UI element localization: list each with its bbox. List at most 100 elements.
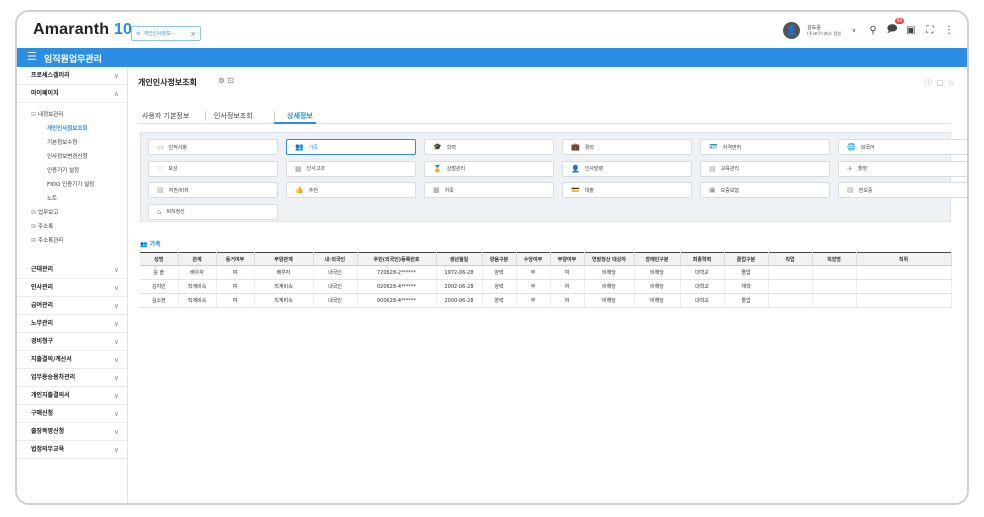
sidebar-sub-address-manage[interactable]: ⊞ 주소록관리 [31,236,63,244]
sidebar-item-expenditure[interactable]: 지출결의/계산서 ∨ [17,351,127,369]
table-cell: 2000-06-28 [436,293,483,308]
license-icon: 🪪 [709,143,718,151]
loan-icon: 💳 [571,186,580,194]
category-button-recommendation[interactable]: 👍 추천 [286,182,416,198]
table-cell: 여 [216,293,255,308]
category-button-career[interactable]: 💼 경력 [562,139,692,155]
column-header[interactable]: 졸업구분 [724,252,769,266]
category-button-annual-guarantee[interactable]: ▤ 연보증 [838,182,967,198]
column-header[interactable]: 장애인구분 [634,252,681,266]
category-button-label: 인적사항 [168,144,188,151]
sidebar-sub-address[interactable]: ⊞ 주소록 [31,222,53,230]
close-icon[interactable]: × [190,30,196,38]
category-button-guarantee[interactable]: ▣ 보증보험 [700,182,830,198]
category-button-award[interactable]: ♡ 포상 [148,160,278,177]
category-button-reward-penalty[interactable]: 🏅 상벌관리 [424,160,554,177]
column-header[interactable]: 최종학력 [680,252,725,266]
table-row[interactable]: 김소현 직계비속 여 직계비속 내국인 000628-4****** 2000-06-28 양… [140,293,952,308]
table-row[interactable]: 윤 솔 배우자 여 배우자 내국인 720628-2****** 1972-06-28 양력 부… [140,265,952,280]
category-button-loan[interactable]: 💳 대출 [562,182,692,198]
column-header[interactable]: 직장명 [812,252,857,266]
user-info[interactable]: 김도윤 (주)포르디퍼스 팀원 [807,25,841,37]
table-cell: 비해당 [634,265,681,280]
module-header: ☰ 임직원업무관리 [17,48,967,67]
chevron-down-icon[interactable]: ∨ [848,27,860,34]
sidebar-item-attendance[interactable]: 근태관리 ∨ [17,261,127,279]
notification-badge: 99 [894,18,904,24]
sidebar-item-labor[interactable]: 노무관리 ∨ [17,315,127,333]
more-vertical-icon[interactable]: ⋮ [943,25,955,36]
category-button-evaluation[interactable]: ▦ 인사고과 [286,160,416,177]
column-header[interactable]: 양음구분 [482,252,517,266]
sidebar-sub-change-request[interactable]: 인사정보변경신청 [47,152,87,160]
column-header[interactable]: 동거여부 [216,252,255,266]
sidebar-item-process-gallery[interactable]: 프로세스갤러리 ∨ [17,67,127,85]
app-logo[interactable]: Amaranth 10 [33,21,132,39]
column-header[interactable]: 수당여부 [516,252,551,266]
sidebar-sub-info-manage[interactable]: ⊟ 내정보관리 [31,110,63,118]
column-header[interactable]: 주민(외국인)등록번호 [357,252,437,266]
category-button-family[interactable]: 👥 가족 [286,139,416,155]
print-icon[interactable]: ▢ [936,78,948,87]
category-button-education[interactable]: 🎓 학력 [424,139,554,155]
sidebar-item-business-trip[interactable]: 출장복명신청 ∨ [17,423,127,441]
sidebar-item-expense[interactable]: 경비청구 ∨ [17,333,127,351]
column-header[interactable]: 부양관계 [254,252,314,266]
category-button-label: 추천 [308,187,318,194]
bell-icon[interactable]: 🗩 99 [886,18,904,39]
category-button-language[interactable]: 🌐 외국어 [838,139,967,155]
tab-detail-info[interactable]: 상세정보 [274,111,313,121]
table-cell: 720628-2****** [357,265,437,280]
search-icon[interactable]: ⚲ [867,25,879,36]
hamburger-menu-icon[interactable]: ☰ [27,51,37,63]
sidebar-sub-personal-info[interactable]: 개인인사정보조회 [47,124,87,132]
table-row[interactable]: 김지민 직계비속 여 직계비속 내국인 020628-4****** 2002-06-28 양… [140,279,952,294]
table-cell: 비해당 [584,265,635,280]
sidebar-sub-basic-edit[interactable]: 기본정보수정 [47,138,77,146]
category-button-label: 교육관리 [720,166,740,172]
category-button-personal[interactable]: ▭ 인적사항 [148,139,278,155]
table-body: 윤 솔 배우자 여 배우자 내국인 720628-2****** 1972-06-28 양력 부… [140,265,952,308]
sidebar-item-company-car[interactable]: 업무용승용차관리 ∨ [17,369,127,387]
column-header[interactable]: 성명 [140,252,179,266]
category-button-training[interactable]: ▤ 교육관리 [700,160,830,177]
column-header[interactable]: 관계 [178,252,217,266]
sidebar-sub-auth-device[interactable]: 인증기기 설정 [47,166,79,174]
tab-basic-info[interactable]: 사용자 기본정보 [142,111,189,121]
column-header[interactable]: 연말정산 대상자 [584,252,635,266]
sidebar-sub-note[interactable]: 노트 [47,194,57,202]
sidebar-item-payroll[interactable]: 급여관리 ∨ [17,297,127,315]
tab-hr-info[interactable]: 인사정보조회 [205,111,253,121]
category-button-appointment[interactable]: 👤 인사발령 [562,160,692,177]
sidebar-item-mandatory-training[interactable]: 법정의무교육 ∨ [17,441,127,459]
sidebar-item-personal-expense[interactable]: 개인지출결의서 ∨ [17,387,127,405]
category-button-license[interactable]: 🪪 자격면허 [700,139,830,155]
table-cell: 양력 [482,279,517,294]
column-header[interactable]: 내·외국인 [313,252,358,266]
column-header[interactable]: 생년월일 [436,252,483,266]
category-button-retirement[interactable]: ⌂ 퇴직정산 [148,203,278,220]
table-cell: 배우자 [254,265,314,280]
memo-icon[interactable]: ▣ [905,25,917,36]
category-button-label: 퇴직정산 [166,209,185,215]
info-icon[interactable]: ⓘ [924,78,936,87]
favorite-star-icon[interactable]: ☆ [948,78,959,87]
org-chart-icon[interactable]: ⛶ [924,25,936,36]
refresh-icon[interactable]: ⊡ [227,76,234,85]
sidebar-item-purchase[interactable]: 구매신청 ∨ [17,405,127,423]
category-button-business-trip[interactable]: ✈ 출장 [838,160,967,177]
user-icon[interactable]: 👤 [783,22,801,39]
sidebar-sub-fido[interactable]: FIDO 인증기기 설정 [47,180,94,188]
sidebar-item-hr[interactable]: 인사관리 ∨ [17,279,127,297]
family-icon: 👥 [140,241,148,248]
column-header[interactable]: 직위 [856,252,952,266]
open-tab-personal-info[interactable]: ⊘ 개인인사정보··· × [131,26,201,41]
category-button-household[interactable]: ▩ 지족 [424,182,554,198]
help-icon[interactable]: ⊚ [218,76,225,85]
sidebar-sub-work-report[interactable]: ⊞ 업무보고 [31,208,58,216]
column-header[interactable]: 부양여부 [550,252,585,266]
category-button-passport[interactable]: ▤ 여권/비자 [148,182,278,198]
training-icon: ▤ [709,164,716,173]
column-header[interactable]: 직업 [768,252,813,266]
sidebar-item-mypage[interactable]: 마이페이지 ∧ [17,85,127,103]
